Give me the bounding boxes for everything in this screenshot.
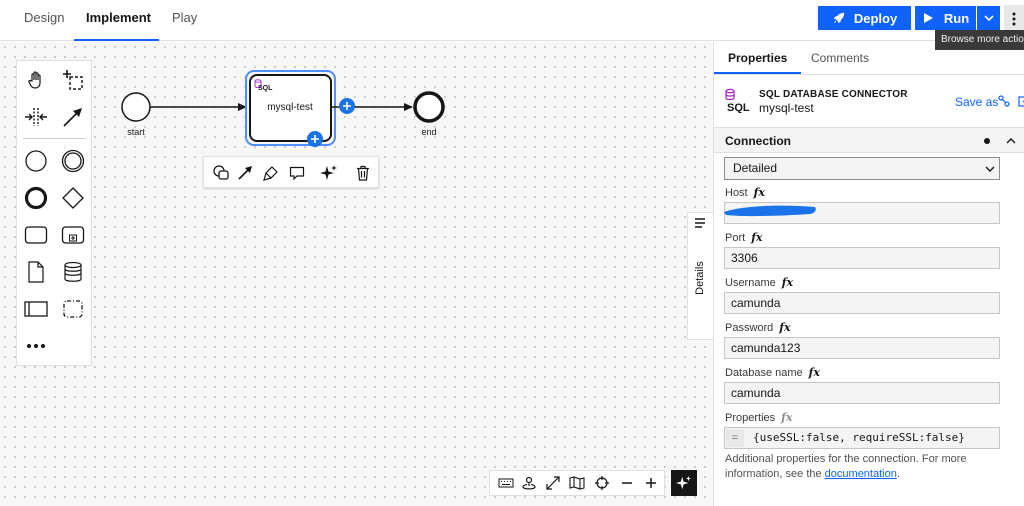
connection-mode-value: Detailed <box>733 161 778 175</box>
port-label: Port <box>725 231 746 244</box>
deploy-button[interactable]: Deploy <box>818 6 911 30</box>
group-data-indicator <box>984 138 990 144</box>
color-brush-icon[interactable] <box>259 161 283 185</box>
redaction-scribble <box>724 205 816 217</box>
run-button[interactable]: Run <box>915 6 976 30</box>
element-name-label: mysql-test <box>759 101 814 115</box>
connection-group-title: Connection <box>725 134 791 148</box>
tab-properties[interactable]: Properties <box>714 42 802 74</box>
end-event[interactable] <box>413 91 445 123</box>
connection-group-header[interactable]: Connection <box>714 127 1024 153</box>
host-label: Host <box>725 186 748 199</box>
connect-arrow-icon[interactable] <box>233 161 257 185</box>
reset-position-icon[interactable] <box>518 472 540 494</box>
properties-field-label: Properties fx <box>725 411 792 424</box>
tab-comments[interactable]: Comments <box>797 42 883 74</box>
keyboard-icon[interactable] <box>495 472 517 494</box>
documentation-link[interactable]: documentation <box>825 468 897 480</box>
fx-icon[interactable]: fx <box>754 186 765 199</box>
password-input[interactable]: camunda123 <box>724 337 1000 359</box>
run-label: Run <box>943 10 970 26</box>
connection-mode-select[interactable]: Detailed <box>724 157 1000 180</box>
append-plus-icon-bottom[interactable] <box>307 131 323 147</box>
template-connect-icon[interactable] <box>998 95 1010 107</box>
change-type-icon[interactable] <box>209 161 233 185</box>
more-actions-tooltip: Browse more actions <box>935 30 1024 50</box>
start-event-label: start <box>127 127 145 137</box>
fx-icon[interactable]: fx <box>782 276 793 289</box>
context-pad <box>203 156 379 188</box>
properties-value: {useSSL:false, requireSSL:false} <box>753 431 965 444</box>
database-field-label: Database name fx <box>725 366 820 379</box>
minimap-icon[interactable] <box>566 472 588 494</box>
svg-text:SQL: SQL <box>727 102 750 113</box>
task-sql-icon-text: SQL <box>258 85 273 92</box>
password-field-label: Password fx <box>725 321 791 334</box>
feel-expression-indicator: = <box>726 429 744 447</box>
chevron-down-icon <box>983 15 994 22</box>
deploy-label: Deploy <box>853 10 898 26</box>
element-type-label: SQL DATABASE CONNECTOR <box>759 89 908 100</box>
properties-help-text: Additional properties for the connection… <box>725 453 967 480</box>
fx-icon[interactable]: fx <box>781 411 792 424</box>
fx-icon[interactable]: fx <box>779 321 790 334</box>
username-field-label: Username fx <box>725 276 793 289</box>
run-options-button[interactable] <box>977 6 1000 30</box>
port-field-label: Port fx <box>725 231 762 244</box>
ai-sparkle-icon <box>676 475 692 490</box>
play-icon <box>923 13 933 23</box>
zoom-out-icon[interactable] <box>616 472 638 494</box>
fullscreen-icon[interactable] <box>542 472 564 494</box>
edit-template-icon[interactable] <box>1018 95 1024 107</box>
database-label: Database name <box>725 366 803 379</box>
end-event-label: end <box>421 127 437 137</box>
password-label: Password <box>725 321 774 334</box>
task-label: mysql-test <box>267 102 313 113</box>
ai-sparkle-icon[interactable] <box>317 161 341 185</box>
sql-connector-icon: SQL <box>725 88 750 113</box>
more-actions-button[interactable] <box>1004 5 1024 33</box>
host-field-label: Host fx <box>725 186 765 199</box>
port-input[interactable]: 3306 <box>724 247 1000 269</box>
properties-label: Properties <box>725 411 776 424</box>
panel-tab-divider <box>714 74 1024 75</box>
overflow-menu-icon <box>1012 12 1016 26</box>
username-label: Username <box>725 276 776 289</box>
comment-icon[interactable] <box>285 161 309 185</box>
rocket-icon <box>833 12 845 24</box>
username-input[interactable]: camunda <box>724 292 1000 314</box>
fx-icon[interactable]: fx <box>751 231 762 244</box>
zoom-in-icon[interactable] <box>640 472 662 494</box>
start-event[interactable] <box>121 92 151 122</box>
properties-panel: Properties Comments SQL SQL DATABASE CON… <box>713 42 1024 506</box>
chevron-down-icon <box>985 166 995 172</box>
fx-icon[interactable]: fx <box>809 366 820 379</box>
ai-assistant-button[interactable] <box>671 470 697 496</box>
details-tab-label: Details <box>694 261 706 295</box>
properties-feel-input[interactable]: = {useSSL:false, requireSSL:false} <box>724 427 1000 449</box>
database-name-input[interactable]: camunda <box>724 382 1000 404</box>
center-focus-icon[interactable] <box>591 472 613 494</box>
list-icon <box>695 218 705 228</box>
delete-trash-icon[interactable] <box>351 161 375 185</box>
bpmn-diagram <box>121 70 445 147</box>
save-as-link[interactable]: Save as <box>955 95 998 109</box>
canvas-toolbar <box>489 470 665 496</box>
chevron-up-icon <box>1006 138 1016 144</box>
append-plus-icon-right[interactable] <box>339 98 355 114</box>
